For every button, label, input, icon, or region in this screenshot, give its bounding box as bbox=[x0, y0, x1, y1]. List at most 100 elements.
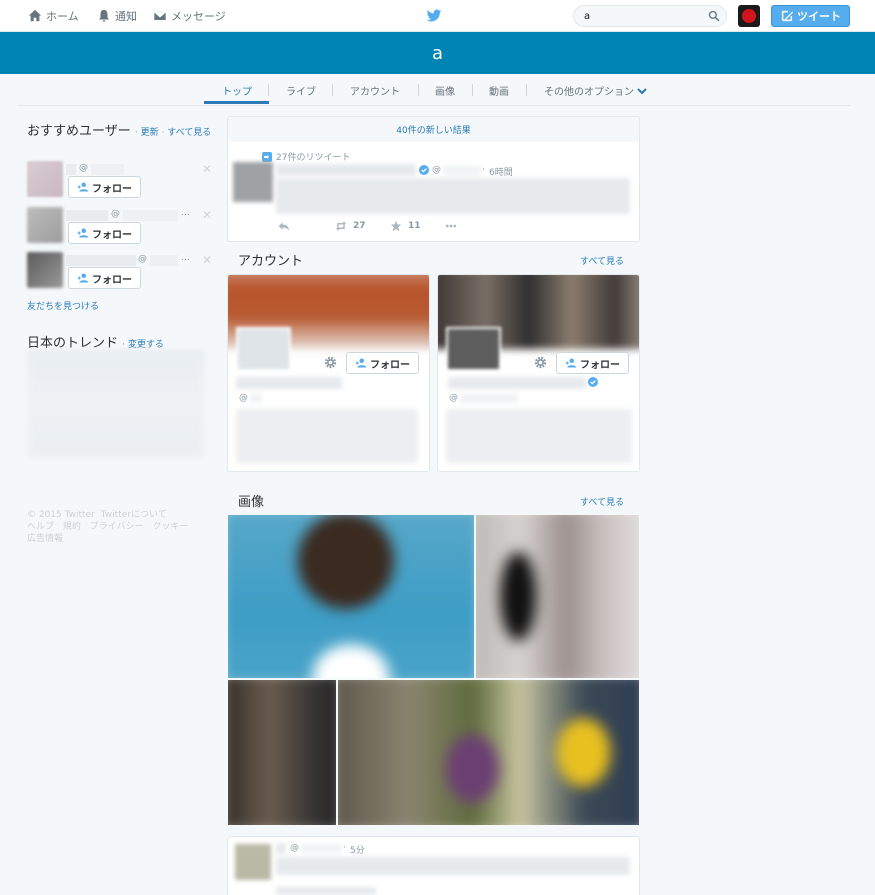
avatar[interactable] bbox=[27, 161, 63, 197]
footer-link[interactable]: ヘルプ bbox=[27, 522, 54, 532]
close-icon[interactable]: ✕ bbox=[202, 162, 212, 176]
bell-icon bbox=[99, 9, 109, 22]
avatar[interactable] bbox=[27, 207, 63, 243]
user-name-blurred[interactable] bbox=[66, 255, 136, 266]
tab-accounts[interactable]: アカウント bbox=[350, 83, 400, 98]
follow-button[interactable]: フォロー bbox=[68, 222, 141, 244]
search-filter-tabs: トップ ライブ アカウント 画像 動画 その他のオプション bbox=[0, 74, 875, 105]
footer-link[interactable]: クッキー bbox=[152, 522, 188, 532]
account-avatar[interactable] bbox=[446, 327, 501, 371]
account-handle-blurred bbox=[460, 394, 518, 403]
retweet-action[interactable]: 27 bbox=[335, 220, 366, 232]
follow-button[interactable]: フォロー bbox=[68, 267, 141, 289]
reply-icon bbox=[278, 222, 290, 231]
tweet-handle[interactable]: @ bbox=[432, 165, 441, 175]
follow-person-icon bbox=[77, 273, 89, 283]
tab-images[interactable]: 画像 bbox=[435, 83, 455, 98]
tweet-timestamp[interactable]: 6時間 bbox=[489, 165, 513, 178]
follow-button-label: フォロー bbox=[92, 229, 132, 241]
nav-messages[interactable]: メッセージ bbox=[153, 8, 226, 24]
tweet-handle-blurred bbox=[443, 166, 481, 175]
more-action[interactable] bbox=[445, 220, 457, 232]
account-handle[interactable]: @ bbox=[449, 393, 458, 403]
follow-button[interactable]: フォロー bbox=[68, 176, 141, 198]
image-thumbnail[interactable] bbox=[228, 680, 336, 825]
tab-live[interactable]: ライブ bbox=[286, 83, 316, 98]
images-view-all-link[interactable]: すべて見る bbox=[580, 495, 624, 508]
chevron-down-icon bbox=[637, 87, 647, 94]
avatar[interactable] bbox=[235, 844, 271, 880]
tabs-divider bbox=[17, 105, 851, 106]
image-thumbnail[interactable] bbox=[228, 515, 474, 678]
follow-button-label: フォロー bbox=[92, 274, 132, 286]
accounts-view-all-link[interactable]: すべて見る bbox=[580, 254, 624, 267]
user-handle[interactable]: @ bbox=[79, 163, 88, 173]
tab-divider bbox=[332, 84, 333, 96]
tweet-text-blurred bbox=[276, 178, 630, 214]
nav-notifications[interactable]: 通知 bbox=[97, 8, 137, 24]
search-icon[interactable] bbox=[708, 10, 720, 22]
user-handle[interactable]: @ bbox=[138, 254, 147, 264]
view-all-link[interactable]: すべて見る bbox=[167, 128, 211, 138]
account-avatar[interactable] bbox=[236, 327, 291, 371]
change-trends-link[interactable]: 変更する bbox=[128, 340, 164, 350]
follow-person-icon bbox=[565, 358, 577, 368]
accounts-section-title: アカウント bbox=[238, 254, 304, 269]
user-avatar-menu[interactable] bbox=[738, 5, 760, 27]
nav-home-label: ホーム bbox=[46, 10, 79, 23]
gear-icon[interactable] bbox=[534, 356, 547, 369]
retweet-count: 27 bbox=[353, 221, 366, 231]
tweet-actions: 27 11 bbox=[278, 220, 478, 234]
gear-icon[interactable] bbox=[324, 356, 337, 369]
tweet-time-separator: · bbox=[482, 165, 485, 175]
trends-title: 日本のトレンド bbox=[27, 336, 119, 351]
tab-more-options[interactable]: その他のオプション bbox=[544, 83, 647, 98]
nav-home[interactable]: ホーム bbox=[28, 8, 79, 24]
refresh-link[interactable]: 更新 bbox=[141, 128, 159, 138]
star-icon bbox=[390, 220, 402, 232]
tweet-timestamp[interactable]: 5分 bbox=[350, 843, 365, 856]
verified-icon bbox=[419, 165, 429, 175]
tab-videos[interactable]: 動画 bbox=[489, 83, 509, 98]
footer-link[interactable]: 規約 bbox=[63, 522, 81, 532]
favorite-action[interactable]: 11 bbox=[390, 220, 421, 232]
footer-link[interactable]: Twitterについて bbox=[101, 510, 167, 520]
tab-divider bbox=[268, 84, 269, 96]
avatar[interactable] bbox=[27, 252, 63, 288]
account-handle[interactable]: @ bbox=[239, 393, 248, 403]
footer-link[interactable]: 広告情報 bbox=[27, 534, 63, 544]
tab-top[interactable]: トップ bbox=[222, 83, 252, 98]
user-handle[interactable]: @ bbox=[111, 209, 120, 219]
trends-actions: · 変更する bbox=[122, 340, 164, 350]
follow-button[interactable]: フォロー bbox=[556, 352, 629, 374]
account-card[interactable]: フォロー @ bbox=[227, 274, 430, 472]
trends-list-blurred[interactable] bbox=[27, 350, 205, 458]
follow-button[interactable]: フォロー bbox=[346, 352, 419, 374]
close-icon[interactable]: ✕ bbox=[202, 253, 212, 267]
avatar[interactable] bbox=[233, 162, 273, 202]
reply-action[interactable] bbox=[278, 220, 290, 232]
footer-link[interactable]: プライバシー bbox=[90, 522, 144, 532]
close-icon[interactable]: ✕ bbox=[202, 208, 212, 222]
new-results-bar[interactable]: 40件の新しい結果 bbox=[227, 116, 640, 143]
tweet-author-name-blurred[interactable] bbox=[276, 843, 286, 854]
who-to-follow-header: おすすめユーザー · 更新 · すべて見る bbox=[27, 125, 212, 140]
find-friends-link[interactable]: 友だちを見つける bbox=[27, 299, 99, 312]
twitter-bird-icon[interactable] bbox=[426, 8, 442, 24]
tweet-author-name-blurred[interactable] bbox=[276, 164, 416, 176]
new-results-label: 40件の新しい結果 bbox=[396, 126, 471, 136]
favorite-count: 11 bbox=[408, 221, 421, 231]
tweet-time-separator: · bbox=[343, 843, 346, 853]
user-name-blurred[interactable] bbox=[66, 164, 76, 175]
image-thumbnail[interactable] bbox=[476, 515, 639, 678]
verified-icon bbox=[588, 377, 598, 387]
account-bio-blurred bbox=[236, 409, 418, 463]
account-name-blurred[interactable] bbox=[448, 377, 586, 389]
tweet-button[interactable]: ツイート bbox=[771, 5, 850, 27]
image-thumbnail[interactable] bbox=[338, 680, 639, 825]
user-name-blurred[interactable] bbox=[66, 210, 108, 221]
tweet-handle[interactable]: @ bbox=[290, 843, 299, 853]
account-name-blurred[interactable] bbox=[236, 377, 342, 389]
account-card[interactable]: フォロー @ bbox=[437, 274, 640, 472]
search-input[interactable]: a bbox=[573, 5, 727, 27]
